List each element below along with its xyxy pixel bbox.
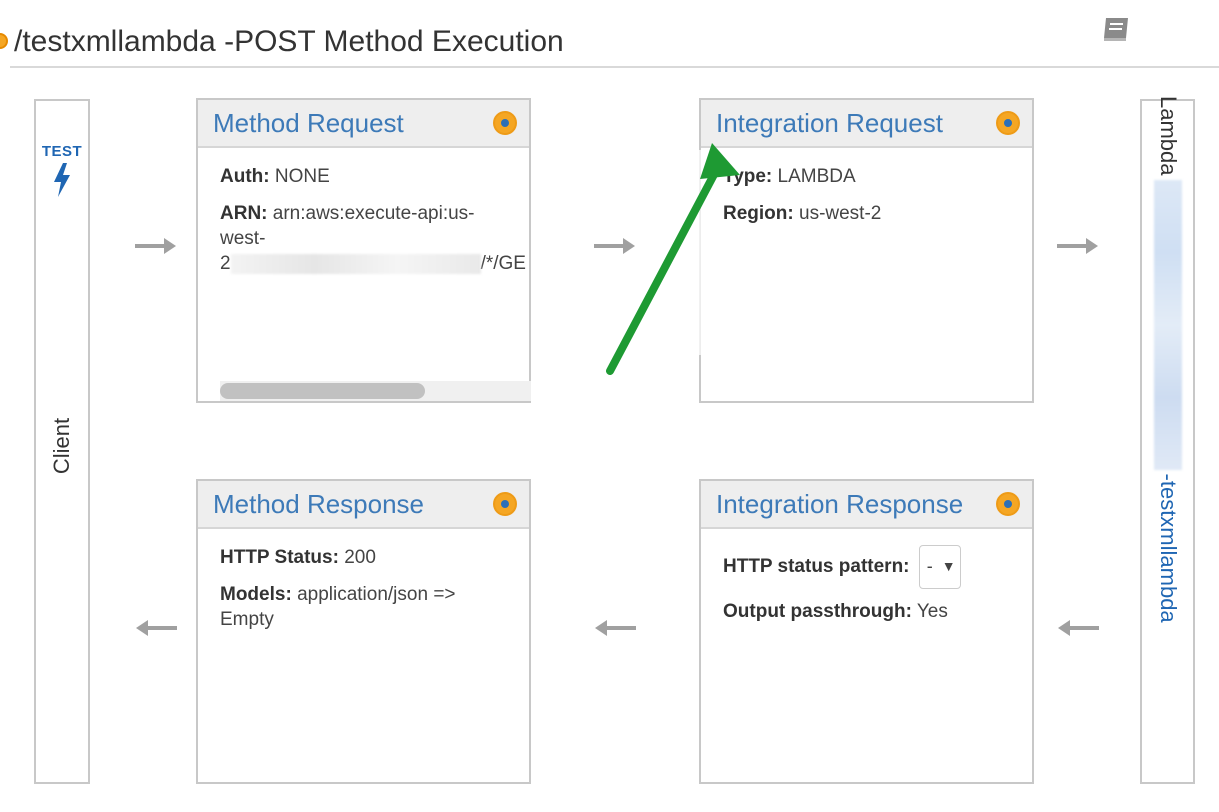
http-status-label: HTTP Status: [220,547,339,568]
method-response-title-link[interactable]: Method Response [213,489,424,520]
method-request-title-link[interactable]: Method Request [213,108,404,139]
integration-request-body: Type: LAMBDA Region: us-west-2 [723,164,1032,238]
integration-response-box: Integration Response HTTP status pattern… [699,479,1034,784]
arrow-right-icon [135,238,176,254]
status-dot-icon [996,111,1020,135]
auth-value: NONE [274,166,330,187]
redacted-account-id [230,253,481,274]
status-dot-icon [996,492,1020,516]
test-label[interactable]: TEST [36,143,88,160]
auth-label: Auth: [220,166,270,187]
arrow-right-icon [1057,238,1098,254]
scrollbar-thumb[interactable] [220,383,425,399]
region-value: us-west-2 [799,203,882,224]
client-label: Client [49,417,74,475]
lambda-function-label: Lambda -testxmllambda [1153,96,1182,656]
integration-response-header[interactable]: Integration Response [701,481,1032,529]
redacted-function-prefix [1153,179,1182,470]
passthrough-label: Output passthrough: [723,601,912,622]
method-request-body: Auth: NONE ARN: arn:aws:execute-api:us-w… [220,164,529,288]
type-value: LAMBDA [777,166,856,187]
title-divider [10,66,1219,68]
method-request-box: Method Request Auth: NONE ARN: arn:aws:e… [196,98,531,403]
integration-response-body: HTTP status pattern: - ▼ Output passthro… [723,545,1032,636]
arn-value-end: /*/GE [480,253,526,274]
annotation-arrow-icon [606,143,740,375]
lambda-function-link[interactable]: -testxmllambda [1155,474,1181,623]
integration-request-title-link[interactable]: Integration Request [716,108,943,139]
models-label: Models: [220,584,292,605]
integration-response-title-link[interactable]: Integration Response [716,489,963,520]
lightning-bolt-icon[interactable] [51,162,73,198]
status-pattern-selected: - [926,556,933,576]
lambda-label: Lambda [1155,96,1181,176]
status-pattern-label: HTTP status pattern: [723,556,910,578]
test-button[interactable]: TEST [36,143,88,198]
http-status-value: 200 [344,547,376,568]
horizontal-scrollbar[interactable] [220,381,531,401]
method-response-header[interactable]: Method Response [198,481,529,529]
page-title: /testxmllambda -POST Method Execution [14,25,564,58]
method-request-header[interactable]: Method Request [198,100,529,148]
client-panel: TEST Client [34,99,90,784]
integration-request-header[interactable]: Integration Request [701,100,1032,148]
chevron-down-icon: ▼ [941,558,956,574]
arrow-left-icon [136,620,177,636]
status-pattern-select[interactable]: - ▼ [918,545,961,589]
status-dot-icon [0,33,8,49]
arn-label: ARN: [220,203,268,224]
arrow-left-icon [1058,620,1099,636]
passthrough-value: Yes [916,601,948,622]
lambda-panel: Lambda -testxmllambda [1140,96,1195,784]
book-icon[interactable] [1100,14,1134,44]
status-dot-icon [493,111,517,135]
status-dot-icon [493,492,517,516]
method-response-box: Method Response HTTP Status: 200 Models:… [196,479,531,784]
arrow-left-icon [595,620,636,636]
method-response-body: HTTP Status: 200 Models: application/jso… [220,545,529,644]
